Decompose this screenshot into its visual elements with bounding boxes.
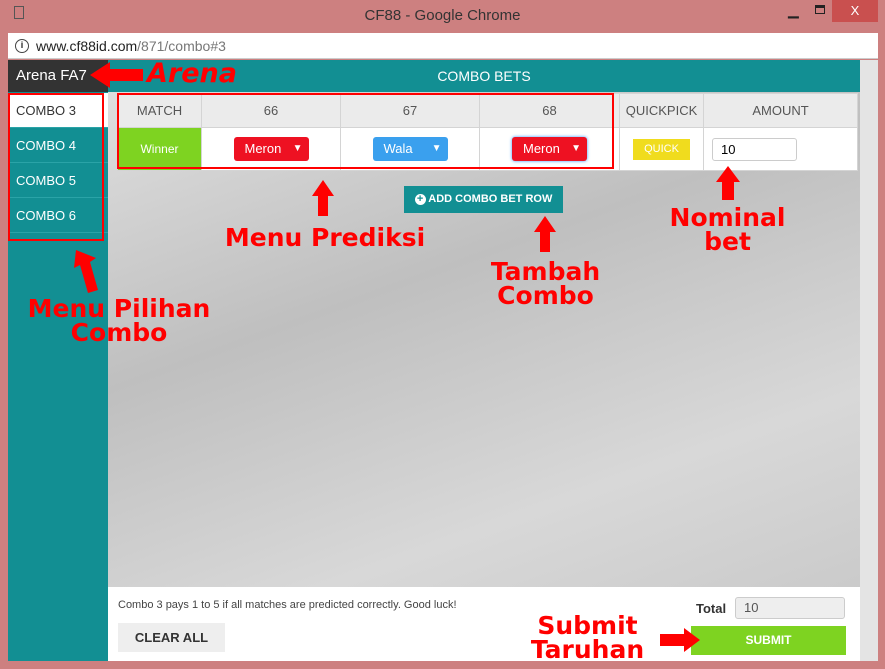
arrow-up-icon (716, 166, 740, 200)
arrow-up-icon (312, 180, 334, 216)
arrow-right-icon (660, 628, 700, 652)
annotation-arena: Arena (147, 58, 237, 89)
annotation-menu-pilihan-combo: Menu Pilihan Combo (27, 294, 211, 347)
arrow-left-icon (90, 62, 143, 88)
annotation-submit-taruhan: Submit Taruhan (530, 611, 645, 664)
arrow-up-left-icon (74, 250, 98, 293)
arrow-up-icon (534, 216, 556, 252)
annotation-nominal-bet: Nominal bet (669, 203, 786, 256)
annotation-menu-prediksi: Menu Prediksi (224, 223, 426, 252)
annotation-tambah-combo: Tambah Combo (490, 257, 601, 310)
